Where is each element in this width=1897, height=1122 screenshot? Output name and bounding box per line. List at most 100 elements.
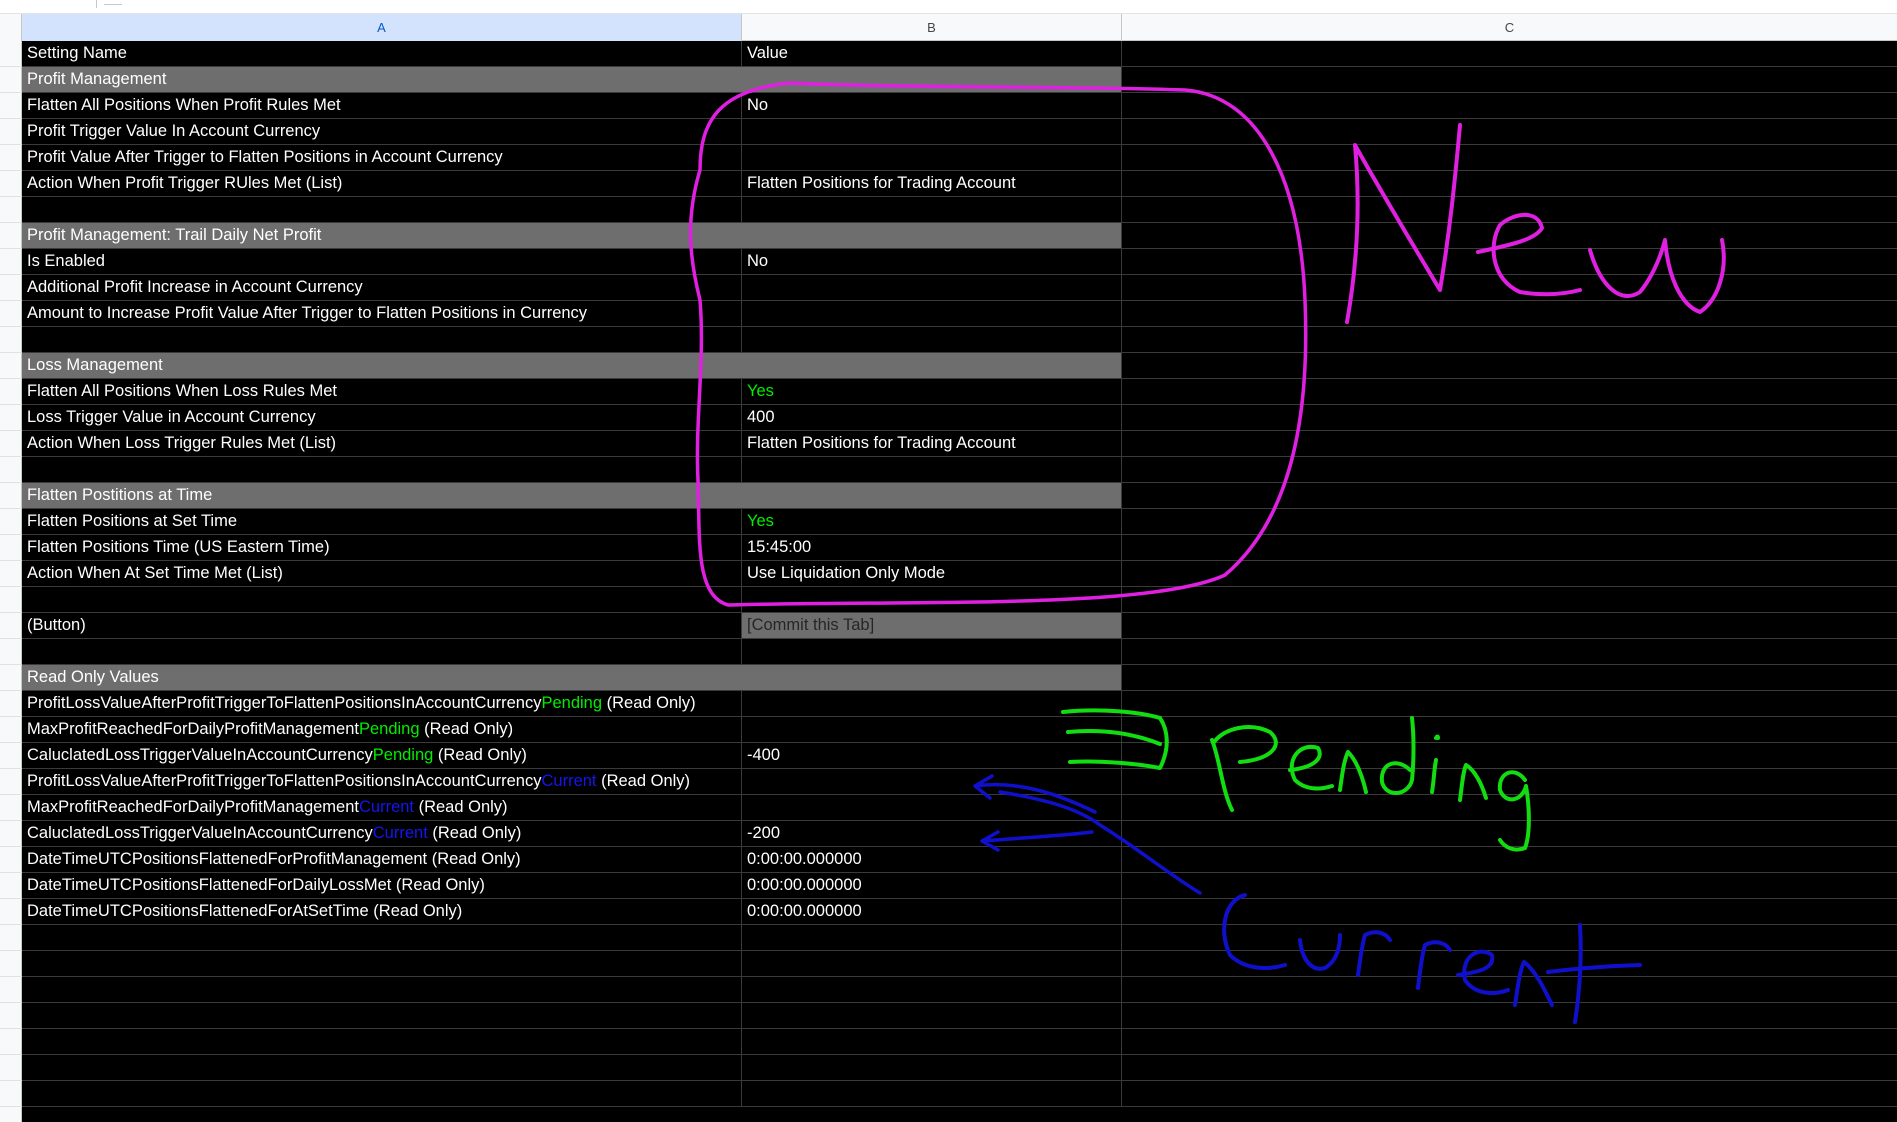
- setting-value-cell[interactable]: Flatten Positions for Trading Account: [742, 431, 1122, 456]
- cell-c[interactable]: [1122, 1055, 1897, 1080]
- read-only-value-cell[interactable]: -400: [742, 743, 1122, 768]
- setting-name-cell[interactable]: Flatten Positions at Set Time: [22, 509, 742, 534]
- row-number-cell[interactable]: [0, 613, 22, 639]
- setting-value-cell[interactable]: 15:45:00: [742, 535, 1122, 560]
- cell-c[interactable]: [1122, 847, 1897, 872]
- section-label[interactable]: Profit Management: Trail Daily Net Profi…: [22, 223, 742, 248]
- cell-b[interactable]: [742, 223, 1122, 248]
- cell-c[interactable]: [1122, 925, 1897, 950]
- setting-name-cell[interactable]: Flatten Positions Time (US Eastern Time): [22, 535, 742, 560]
- row-number-cell[interactable]: [0, 327, 22, 353]
- setting-value-cell[interactable]: Use Liquidation Only Mode: [742, 561, 1122, 586]
- cell-a[interactable]: [22, 327, 742, 352]
- cell-c[interactable]: [1122, 873, 1897, 898]
- cell-c[interactable]: [1122, 535, 1897, 560]
- cell-c[interactable]: [1122, 275, 1897, 300]
- setting-name-cell[interactable]: Action When At Set Time Met (List): [22, 561, 742, 586]
- row-number-cell[interactable]: [0, 561, 22, 587]
- column-header-c[interactable]: C: [1122, 14, 1897, 41]
- row-number-cell[interactable]: [0, 1107, 22, 1122]
- cell-c[interactable]: [1122, 197, 1897, 222]
- column-header-b[interactable]: B: [742, 14, 1122, 41]
- row-number-cell[interactable]: [0, 223, 22, 249]
- row-number-cell[interactable]: [0, 301, 22, 327]
- cell-c[interactable]: [1122, 795, 1897, 820]
- row-number-cell[interactable]: [0, 431, 22, 457]
- cell-c[interactable]: [1122, 509, 1897, 534]
- setting-value-cell[interactable]: [742, 301, 1122, 326]
- row-number-cell[interactable]: [0, 691, 22, 717]
- cell-b[interactable]: [742, 665, 1122, 690]
- cell-b[interactable]: [742, 1055, 1122, 1080]
- cell-b[interactable]: [742, 483, 1122, 508]
- cell-b[interactable]: [742, 457, 1122, 482]
- read-only-value-cell[interactable]: [742, 717, 1122, 742]
- read-only-value-cell[interactable]: 0:00:00.000000: [742, 873, 1122, 898]
- setting-value-cell[interactable]: Yes: [742, 379, 1122, 404]
- read-only-name-cell[interactable]: DateTimeUTCPositionsFlattenedForDailyLos…: [22, 873, 742, 898]
- row-number-cell[interactable]: [0, 847, 22, 873]
- row-number-cell[interactable]: [0, 249, 22, 275]
- setting-value-cell[interactable]: No: [742, 93, 1122, 118]
- cell-value-header[interactable]: Value: [742, 41, 1122, 66]
- row-number-cell[interactable]: [0, 977, 22, 1003]
- row-number-cell[interactable]: [0, 197, 22, 223]
- cell-a[interactable]: [22, 1081, 742, 1106]
- cell-c[interactable]: [1122, 977, 1897, 1002]
- row-number-cell[interactable]: [0, 769, 22, 795]
- setting-name-cell[interactable]: Action When Profit Trigger RUles Met (Li…: [22, 171, 742, 196]
- row-number-cell[interactable]: [0, 587, 22, 613]
- read-only-value-cell[interactable]: 0:00:00.000000: [742, 847, 1122, 872]
- row-number-cell[interactable]: [0, 67, 22, 93]
- row-number-cell[interactable]: [0, 925, 22, 951]
- cell-c[interactable]: [1122, 353, 1897, 378]
- section-label[interactable]: Read Only Values: [22, 665, 742, 690]
- cell-c[interactable]: [1122, 457, 1897, 482]
- read-only-value-cell[interactable]: [742, 691, 1122, 716]
- read-only-value-cell[interactable]: [742, 769, 1122, 794]
- cell-b[interactable]: [742, 977, 1122, 1002]
- row-number-cell[interactable]: [0, 821, 22, 847]
- cell-c[interactable]: [1122, 405, 1897, 430]
- select-all-corner[interactable]: [0, 14, 22, 41]
- setting-value-cell[interactable]: [742, 119, 1122, 144]
- row-number-cell[interactable]: [0, 899, 22, 925]
- cell-c[interactable]: [1122, 171, 1897, 196]
- read-only-name-cell[interactable]: DateTimeUTCPositionsFlattenedForAtSetTim…: [22, 899, 742, 924]
- cell-a[interactable]: [22, 587, 742, 612]
- commit-tab-button[interactable]: [Commit this Tab]: [742, 613, 1122, 638]
- cell-b[interactable]: [742, 639, 1122, 664]
- read-only-name-cell[interactable]: DateTimeUTCPositionsFlattenedForProfitMa…: [22, 847, 742, 872]
- cell-c[interactable]: [1122, 379, 1897, 404]
- cell-c[interactable]: [1122, 93, 1897, 118]
- cell-b[interactable]: [742, 587, 1122, 612]
- cell-c[interactable]: [1122, 1003, 1897, 1028]
- setting-name-cell[interactable]: Action When Loss Trigger Rules Met (List…: [22, 431, 742, 456]
- cell-b[interactable]: [742, 1003, 1122, 1028]
- cell-a[interactable]: [22, 197, 742, 222]
- cell-c[interactable]: [1122, 431, 1897, 456]
- row-number-cell[interactable]: [0, 171, 22, 197]
- setting-value-cell[interactable]: [742, 145, 1122, 170]
- cell-a[interactable]: [22, 951, 742, 976]
- setting-name-cell[interactable]: Amount to Increase Profit Value After Tr…: [22, 301, 742, 326]
- row-number-cell[interactable]: [0, 41, 22, 67]
- cell-c[interactable]: [1122, 665, 1897, 690]
- row-number-cell[interactable]: [0, 1029, 22, 1055]
- row-number-cell[interactable]: [0, 275, 22, 301]
- row-number-cell[interactable]: [0, 665, 22, 691]
- row-number-cell[interactable]: [0, 639, 22, 665]
- read-only-value-cell[interactable]: [742, 795, 1122, 820]
- setting-name-cell[interactable]: Profit Trigger Value In Account Currency: [22, 119, 742, 144]
- setting-name-cell[interactable]: Flatten All Positions When Loss Rules Me…: [22, 379, 742, 404]
- row-number-cell[interactable]: [0, 405, 22, 431]
- cell-c[interactable]: [1122, 1029, 1897, 1054]
- cell-b[interactable]: [742, 327, 1122, 352]
- read-only-value-cell[interactable]: 0:00:00.000000: [742, 899, 1122, 924]
- setting-name-cell[interactable]: Additional Profit Increase in Account Cu…: [22, 275, 742, 300]
- row-number-cell[interactable]: [0, 379, 22, 405]
- cell-c[interactable]: [1122, 639, 1897, 664]
- row-number-cell[interactable]: [0, 145, 22, 171]
- read-only-name-cell[interactable]: CaluclatedLossTriggerValueInAccountCurre…: [22, 821, 742, 846]
- cell-c[interactable]: [1122, 223, 1897, 248]
